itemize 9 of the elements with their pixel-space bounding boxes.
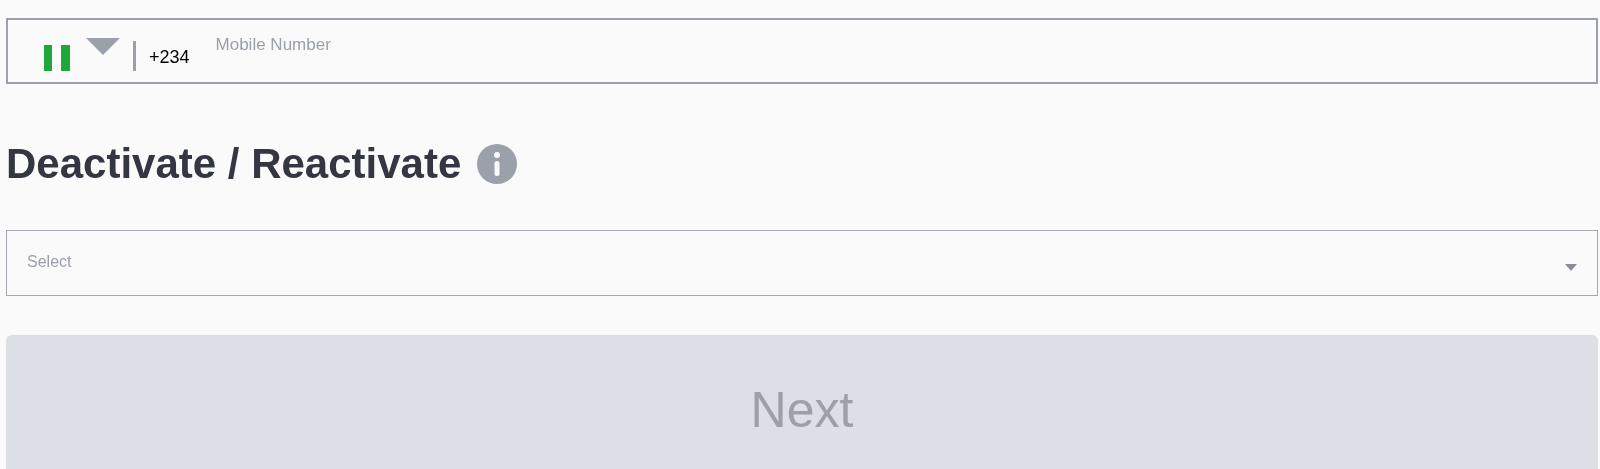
mobile-number-input[interactable]: Mobile Number bbox=[213, 34, 518, 56]
select-dropdown[interactable]: Select bbox=[6, 230, 1598, 296]
phone-field[interactable]: +234 Mobile Number bbox=[6, 18, 1598, 84]
section-heading: Deactivate / Reactivate bbox=[6, 140, 462, 188]
info-icon[interactable] bbox=[477, 144, 518, 184]
dial-code: +234 bbox=[149, 46, 190, 68]
flag-icon bbox=[44, 45, 70, 71]
caret-icon bbox=[1565, 263, 1577, 271]
caret-icon[interactable] bbox=[86, 38, 120, 56]
